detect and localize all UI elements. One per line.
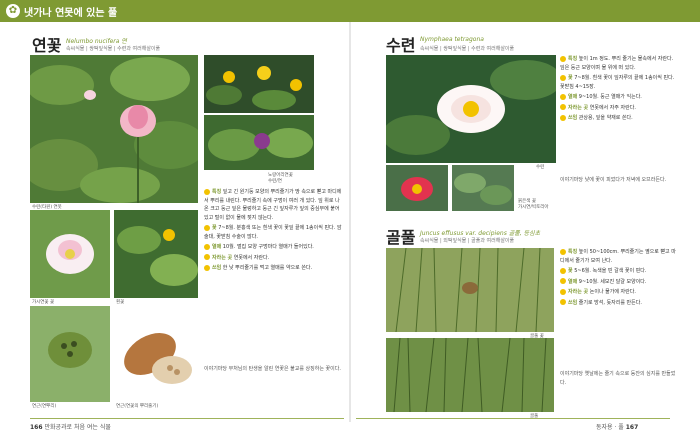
lotus-caption-8: 연근(연꽃의 뿌리줄기) xyxy=(116,404,159,409)
yellow-lily-photo xyxy=(204,55,314,113)
waterlily-description: 특징 높이 1m 정도. 뿌리 줄기는 물속에서 자란다. 잎은 둥근 모양이며… xyxy=(560,55,675,121)
seed-pod-photo xyxy=(30,306,110,402)
leaf-icon: ✿ xyxy=(6,4,20,18)
white-lotus-photo xyxy=(30,210,110,298)
rush-description: 특징 높이 50~100cm. 뿌리줄기는 옆으로 뻗고 마디에서 줄기가 모여… xyxy=(560,248,676,306)
rush-flower-photo xyxy=(386,248,554,332)
bullet-dot-icon xyxy=(560,278,566,284)
bullet-dot-icon xyxy=(560,248,566,255)
red-lily-photo xyxy=(386,165,448,211)
lotus-caption-3: 수련/연 xyxy=(268,179,282,184)
left-footer-rule xyxy=(30,418,344,419)
lotus-caption-4: 가시연꽃 꽃 xyxy=(32,300,55,305)
left-footer: 166 만화공과로 처음 여는 식물 xyxy=(30,424,111,431)
rush-scientific-name: Juncus effusus var. decipiens 골풀, 등심초 xyxy=(420,230,541,237)
bullet-dot-icon xyxy=(560,114,566,121)
bullet-dot-icon xyxy=(204,254,210,260)
waterlily-classification: 속씨식물 | 쌍떡잎식물 | 수련과 여러해살이풀 xyxy=(420,46,515,52)
bullet-dot-icon xyxy=(560,299,566,305)
page-gutter xyxy=(349,22,351,422)
right-footer: 동자용 · 풀 167 xyxy=(596,424,639,431)
lotus-root-photo xyxy=(114,306,198,402)
rush-field-photo xyxy=(386,338,554,412)
bullet-dot-icon xyxy=(204,264,210,271)
lotus-leaves-photo xyxy=(114,210,198,298)
rush-classification: 속씨식물 | 외떡잎식물 | 골풀과 여러해살이풀 xyxy=(420,238,515,244)
bullet-dot-icon xyxy=(204,243,210,250)
prickly-lily-photo xyxy=(204,115,314,170)
rush-title: 골풀 xyxy=(386,228,416,247)
waterlily-title: 수련 xyxy=(386,36,416,55)
lotus-classification: 속씨식물 | 쌍떡잎식물 | 수련과 여러해살이풀 xyxy=(66,46,161,52)
lotus-caption-7: 연근(연뿌리) xyxy=(32,404,57,409)
bullet-dot-icon xyxy=(560,288,566,295)
header-title: 냇가나 연못에 있는 풀 xyxy=(24,8,118,19)
bullet-dot-icon xyxy=(560,104,566,110)
lotus-description: 특징 잎고 긴 원기둥 모양의 뿌리줄기가 땅 속으로 뻗고 마디에서 뿌리를 … xyxy=(204,188,342,271)
bullet-dot-icon xyxy=(560,267,566,274)
bullet-dot-icon xyxy=(204,188,210,195)
lotus-caption-5: 흰꽃 xyxy=(116,300,125,305)
lotus-pond-photo xyxy=(30,55,198,203)
lotus-scientific-name: Nelumbo nucifera 연 xyxy=(66,38,127,45)
bullet-dot-icon xyxy=(560,55,566,62)
bullet-dot-icon xyxy=(560,93,566,100)
rush-note: 이야기마당 옛날에는 줄기 속으로 등잔의 심지를 만들었다. xyxy=(560,371,676,386)
bullet-dot-icon xyxy=(560,74,566,81)
lotus-note: 이야기마당 부처님의 탄생을 알린 연꽃은 불교를 상징하는 꽃이다. xyxy=(204,366,341,372)
waterlily-photo xyxy=(386,55,556,163)
waterlily-scientific-name: Nymphaea tetragona xyxy=(420,36,484,43)
header-bar: ✿ 냇가나 연못에 있는 풀 xyxy=(0,0,700,22)
waterlily-caption-0: 수련 xyxy=(536,165,545,170)
waterlily-caption-2: 가시연/빅토리아 xyxy=(518,205,549,210)
giant-lily-photo xyxy=(452,165,514,211)
right-footer-rule xyxy=(356,418,670,419)
waterlily-note: 이야기마당 낮에 꽃이 피었다가 저녁에 오므라든다. xyxy=(560,177,667,183)
bullet-dot-icon xyxy=(204,224,210,231)
lotus-title: 연꽃 xyxy=(32,36,62,55)
page: ✿ 냇가나 연못에 있는 풀 연꽃 Nelumbo nucifera 연 속씨식… xyxy=(0,0,700,444)
